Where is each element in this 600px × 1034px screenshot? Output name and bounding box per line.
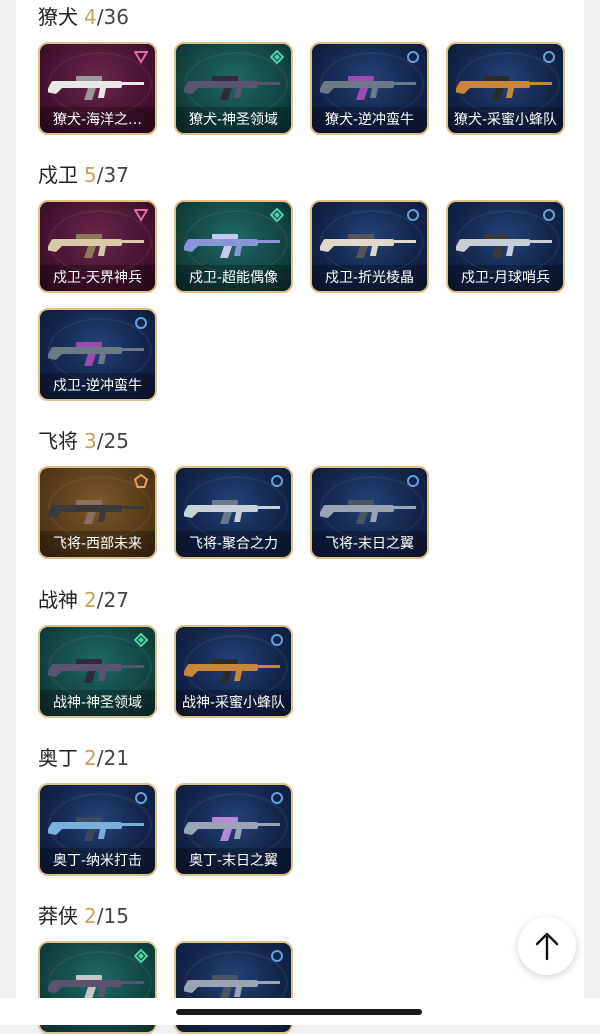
weapon-skin-image [46, 66, 148, 106]
skin-name: 獠犬-海洋之… [40, 107, 155, 133]
owned-count: 2 [84, 588, 97, 612]
section-title: 奥丁 2/21 [38, 743, 129, 773]
diamond-tier-icon [270, 50, 284, 64]
triangle-tier-icon [134, 50, 148, 64]
section-title: 战神 2/27 [38, 585, 129, 615]
total-count: /21 [96, 746, 129, 770]
circle-tier-icon [134, 316, 148, 330]
skin-name: 飞将-聚合之力 [176, 531, 291, 557]
skin-name: 飞将-西部未来 [40, 531, 155, 557]
home-indicator [176, 1009, 422, 1015]
total-count: /27 [96, 588, 129, 612]
skin-card[interactable]: 戍卫-折光棱晶 [310, 200, 429, 293]
weapon-skin-image [182, 649, 284, 689]
circle-tier-icon [270, 633, 284, 647]
weapon-skin-image [46, 807, 148, 847]
diamond-tier-icon [134, 633, 148, 647]
skin-card[interactable]: 獠犬-逆冲蛮牛 [310, 42, 429, 135]
diamond-tier-icon [134, 949, 148, 963]
weapon-name: 战神 [38, 588, 78, 612]
skin-name: 獠犬-采蜜小蜂队 [448, 107, 563, 133]
weapon-skin-image [318, 224, 420, 264]
weapon-skin-image [46, 649, 148, 689]
weapon-name: 莽侠 [38, 904, 78, 928]
skin-card[interactable]: 戍卫-月球哨兵 [446, 200, 565, 293]
skin-card[interactable]: 战神-采蜜小蜂队 [174, 625, 293, 718]
weapon-skin-image [318, 490, 420, 530]
skin-card[interactable]: 獠犬-神圣领域 [174, 42, 293, 135]
skin-name: 飞将-末日之翼 [312, 531, 427, 557]
skin-name: 战神-神圣领域 [40, 690, 155, 716]
total-count: /15 [96, 904, 129, 928]
skin-name: 戍卫-折光棱晶 [312, 265, 427, 291]
circle-tier-icon [270, 949, 284, 963]
circle-tier-icon [542, 50, 556, 64]
total-count: /37 [96, 163, 129, 187]
skin-card[interactable]: 戍卫-超能偶像 [174, 200, 293, 293]
circle-tier-icon [406, 50, 420, 64]
skin-name: 戍卫-超能偶像 [176, 265, 291, 291]
total-count: /25 [96, 429, 129, 453]
skin-card[interactable]: 奥丁-纳米打击 [38, 783, 157, 876]
diamond-tier-icon [270, 208, 284, 222]
weapon-skin-image [454, 66, 556, 106]
scroll-to-top-button[interactable] [518, 917, 576, 975]
section-title: 飞将 3/25 [38, 426, 129, 456]
weapon-skin-image [182, 66, 284, 106]
weapon-skin-image [46, 490, 148, 530]
skin-collection-panel: 獠犬 4/36 獠犬-海洋之… 獠犬-神圣领域 獠犬-逆冲蛮牛 獠犬-采蜜小蜂队戍卫 5/3… [16, 0, 584, 1034]
total-count: /36 [96, 5, 129, 29]
skin-name: 战神-采蜜小蜂队 [176, 690, 291, 716]
triangle-tier-icon [134, 208, 148, 222]
skin-card[interactable]: 飞将-西部未来 [38, 466, 157, 559]
weapon-name: 飞将 [38, 429, 78, 453]
section-title: 獠犬 4/36 [38, 2, 129, 32]
skin-name: 戍卫-月球哨兵 [448, 265, 563, 291]
weapon-skin-image [182, 224, 284, 264]
skin-card[interactable]: 飞将-末日之翼 [310, 466, 429, 559]
skin-name: 戍卫-天界神兵 [40, 265, 155, 291]
skin-name: 奥丁-末日之翼 [176, 848, 291, 874]
weapon-skin-image [454, 224, 556, 264]
weapon-skin-image [46, 224, 148, 264]
weapon-skin-image [318, 66, 420, 106]
circle-tier-icon [134, 791, 148, 805]
circle-tier-icon [406, 208, 420, 222]
owned-count: 4 [84, 5, 97, 29]
skin-card[interactable]: 飞将-聚合之力 [174, 466, 293, 559]
weapon-skin-image [182, 490, 284, 530]
skin-name: 獠犬-逆冲蛮牛 [312, 107, 427, 133]
weapon-skin-image [182, 807, 284, 847]
weapon-skin-image [46, 332, 148, 372]
circle-tier-icon [406, 474, 420, 488]
owned-count: 2 [84, 746, 97, 770]
skin-name: 奥丁-纳米打击 [40, 848, 155, 874]
weapon-name: 戍卫 [38, 163, 78, 187]
owned-count: 2 [84, 904, 97, 928]
skin-card[interactable]: 戍卫-天界神兵 [38, 200, 157, 293]
section-title: 莽侠 2/15 [38, 901, 129, 931]
weapon-name: 奥丁 [38, 746, 78, 770]
circle-tier-icon [270, 791, 284, 805]
skin-card[interactable]: 獠犬-海洋之… [38, 42, 157, 135]
skin-name: 獠犬-神圣领域 [176, 107, 291, 133]
owned-count: 3 [84, 429, 97, 453]
circle-tier-icon [542, 208, 556, 222]
skin-name: 戍卫-逆冲蛮牛 [40, 373, 155, 399]
pentagon-tier-icon [134, 474, 148, 488]
skin-card[interactable]: 戍卫-逆冲蛮牛 [38, 308, 157, 401]
skin-card[interactable]: 奥丁-末日之翼 [174, 783, 293, 876]
skin-card[interactable]: 獠犬-采蜜小蜂队 [446, 42, 565, 135]
skin-card[interactable]: 战神-神圣领域 [38, 625, 157, 718]
section-title: 戍卫 5/37 [38, 160, 129, 190]
owned-count: 5 [84, 163, 97, 187]
circle-tier-icon [270, 474, 284, 488]
weapon-name: 獠犬 [38, 5, 78, 29]
arrow-up-icon [535, 932, 559, 961]
